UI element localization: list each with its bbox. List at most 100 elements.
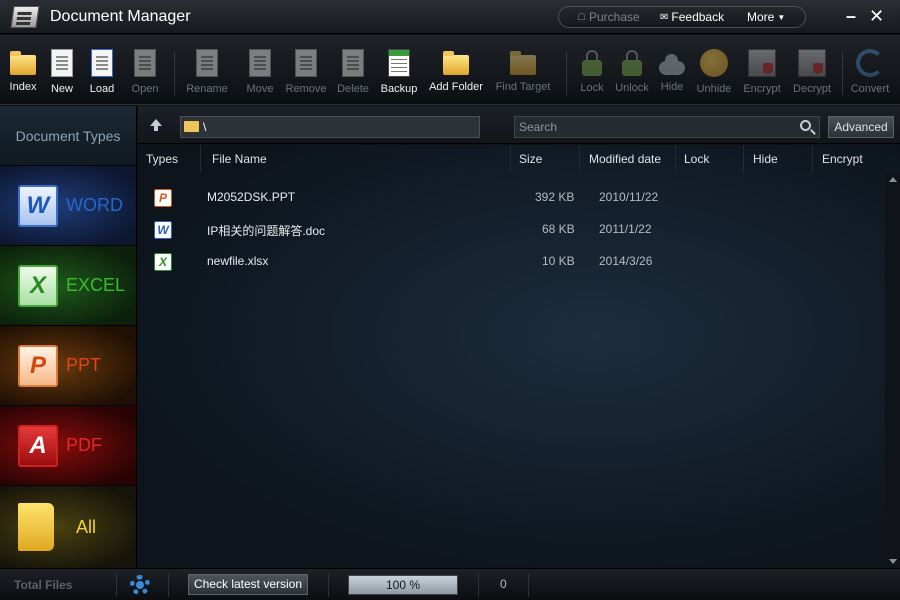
hide-cloud-icon [659, 54, 685, 75]
file-name: IP相关的问题解答.doc [207, 224, 326, 238]
purchase-button[interactable]: ☖ Purchase [577, 10, 640, 24]
title-bar: Document Manager ☖ Purchase ✉ Feedback M… [0, 0, 900, 34]
new-button[interactable]: New [44, 49, 80, 103]
open-button[interactable]: Open [126, 49, 164, 103]
unlock-icon [622, 50, 642, 76]
convert-button[interactable]: Convert [848, 49, 892, 103]
add-folder-icon [443, 51, 469, 75]
scroll-up-icon[interactable] [889, 177, 897, 182]
category-excel[interactable]: X EXCEL [0, 246, 136, 326]
search-icon[interactable] [800, 120, 811, 131]
column-encrypt[interactable]: Encrypt [814, 145, 885, 173]
toolbar: Index New Load Open Rename Move Remove D… [0, 35, 900, 105]
search-input[interactable]: Search [514, 116, 820, 138]
file-size: 392 KB [535, 190, 575, 204]
file-size: 68 KB [542, 222, 575, 236]
lock-button[interactable]: Lock [576, 49, 608, 103]
category-label: PPT [66, 355, 102, 375]
folder-refresh-icon [10, 51, 36, 75]
category-label: All [76, 516, 97, 537]
chevron-down-icon: ▼ [777, 12, 786, 22]
remove-button[interactable]: Remove [284, 49, 328, 103]
unhide-button[interactable]: Unhide [694, 49, 734, 103]
file-name: newfile.xlsx [207, 254, 269, 268]
open-document-icon [134, 49, 156, 77]
rename-icon [196, 49, 218, 77]
move-button[interactable]: Move [242, 49, 278, 103]
table-row[interactable]: P M2052DSK.PPT 392 KB 2010/11/22 [138, 184, 885, 212]
category-label: EXCEL [66, 275, 126, 295]
status-separator [528, 573, 529, 597]
delete-icon [342, 49, 364, 77]
category-all[interactable]: All [0, 486, 136, 568]
load-document-icon [91, 49, 113, 77]
file-modified: 2011/1/22 [599, 222, 652, 236]
status-separator [328, 573, 329, 597]
scroll-down-icon[interactable] [889, 559, 897, 564]
up-arrow-icon[interactable] [150, 119, 162, 131]
category-pdf[interactable]: A PDF [0, 406, 136, 486]
load-button[interactable]: Load [84, 49, 120, 103]
folder-icon [184, 121, 199, 132]
gear-icon[interactable] [130, 575, 150, 595]
toolbar-separator [174, 51, 175, 95]
app-logo-icon [10, 6, 40, 28]
toolbar-separator [566, 51, 567, 95]
unlock-button[interactable]: Unlock [612, 49, 652, 103]
decrypt-button[interactable]: Decrypt [790, 49, 834, 103]
more-menu-button[interactable]: More ▼ [747, 10, 785, 24]
add-folder-button[interactable]: Add Folder [426, 49, 486, 103]
new-document-icon [51, 49, 73, 77]
path-field[interactable]: \ [180, 116, 480, 138]
pdf-icon: A [18, 424, 58, 467]
column-lock[interactable]: Lock [676, 145, 744, 173]
column-types[interactable]: Types [138, 145, 201, 173]
decrypt-icon [798, 49, 826, 77]
minimize-button[interactable]: – [846, 5, 856, 27]
vertical-scrollbar[interactable] [885, 173, 900, 568]
category-word[interactable]: W WORD [0, 166, 136, 246]
toolbar-separator [842, 51, 843, 95]
feedback-button[interactable]: ✉ Feedback [660, 10, 724, 24]
folder-icon [18, 503, 54, 551]
index-button[interactable]: Index [4, 49, 42, 103]
column-size[interactable]: Size [511, 145, 580, 173]
column-hide[interactable]: Hide [745, 145, 813, 173]
ppt-file-icon: P [154, 189, 172, 207]
word-file-icon: W [154, 221, 172, 239]
window-title: Document Manager [50, 8, 191, 25]
status-bar: Total Files Check latest version 100 % 0 [0, 568, 900, 600]
file-modified: 2010/11/22 [599, 190, 659, 204]
hide-button[interactable]: Hide [656, 49, 688, 103]
table-row[interactable]: X newfile.xlsx 10 KB 2014/3/26 [138, 248, 885, 276]
cart-icon: ☖ [577, 11, 586, 23]
category-label: WORD [66, 195, 123, 215]
document-types-panel: Document Types W WORD X EXCEL P PPT A PD… [0, 106, 137, 568]
delete-button[interactable]: Delete [334, 49, 372, 103]
column-modified-date[interactable]: Modified date [581, 145, 676, 173]
status-separator [478, 573, 479, 597]
table-row[interactable]: W IP相关的问题解答.doc 68 KB 2011/1/22 [138, 216, 885, 244]
status-separator [116, 573, 117, 597]
file-size: 10 KB [542, 254, 575, 268]
encrypt-button[interactable]: Encrypt [740, 49, 784, 103]
mail-icon: ✉ [660, 11, 669, 23]
file-modified: 2014/3/26 [599, 254, 653, 268]
progress-text: 100 % [385, 578, 421, 592]
rename-button[interactable]: Rename [184, 49, 230, 103]
status-separator [168, 573, 169, 597]
advanced-search-button[interactable]: Advanced [828, 116, 894, 138]
column-file-name[interactable]: File Name [204, 145, 511, 173]
status-count: 0 [500, 577, 507, 591]
backup-button[interactable]: Backup [378, 49, 420, 103]
check-latest-version-button[interactable]: Check latest version [188, 574, 308, 595]
ppt-icon: P [18, 344, 58, 387]
word-icon: W [18, 184, 58, 227]
category-label: PDF [66, 435, 102, 455]
remove-icon [295, 49, 317, 77]
find-target-button[interactable]: Find Target [492, 49, 554, 103]
column-headers: Types File Name Size Modified date Lock … [138, 145, 885, 173]
category-ppt[interactable]: P PPT [0, 326, 136, 406]
convert-icon [856, 49, 884, 77]
close-button[interactable]: ✕ [869, 5, 884, 27]
